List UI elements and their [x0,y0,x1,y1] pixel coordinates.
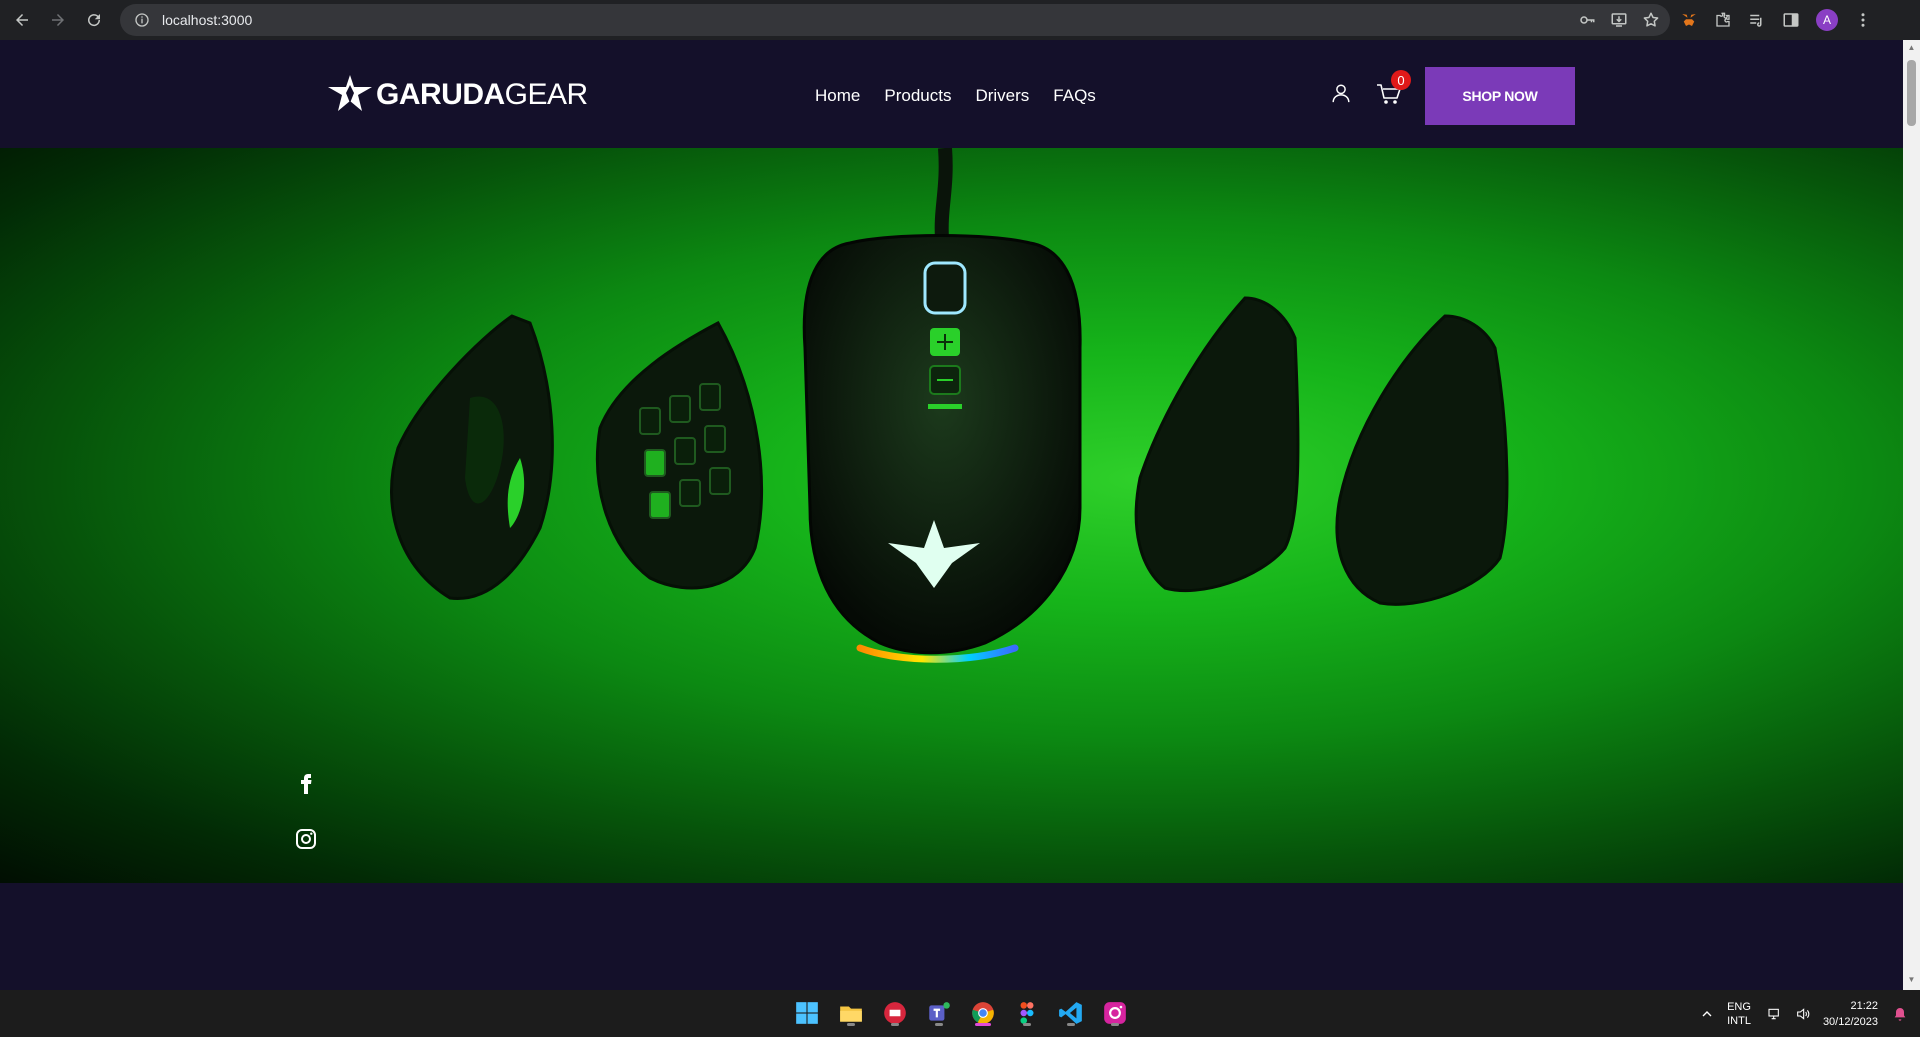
running-indicator [1111,1023,1119,1026]
site-info-icon[interactable] [134,12,150,28]
back-button[interactable] [4,2,40,38]
windows-taskbar: ENG INTL 21:22 30/12/2023 [0,990,1920,1037]
running-indicator [891,1023,899,1026]
scroll-down-arrow[interactable]: ▼ [1907,976,1916,984]
url-text: localhost:3000 [162,12,253,28]
install-app-icon[interactable] [1610,11,1628,29]
figma-button[interactable] [1012,998,1042,1028]
media-queue-icon[interactable] [1748,11,1766,29]
teams-button[interactable] [924,998,954,1028]
chrome-button[interactable] [968,998,998,1028]
site-header: GARUDAGEAR Home Products Drivers FAQs 0 … [0,40,1903,148]
extensions-puzzle-icon[interactable] [1714,11,1732,29]
running-indicator [1067,1023,1075,1026]
profile-avatar[interactable]: A [1816,9,1838,31]
active-indicator [975,1023,991,1026]
scroll-thumb[interactable] [1907,60,1916,126]
nav-home[interactable]: Home [815,86,860,106]
nav-faqs[interactable]: FAQs [1053,86,1096,106]
gaming-mouse-hero-image [390,148,1509,663]
nav-products[interactable]: Products [884,86,951,106]
chevron-up-icon[interactable] [1699,1006,1715,1022]
site-logo[interactable]: GARUDAGEAR [328,75,588,115]
language-indicator[interactable]: ENG INTL [1727,1000,1751,1028]
clock[interactable]: 21:22 30/12/2023 [1823,998,1878,1030]
shop-now-button[interactable]: SHOP NOW [1425,67,1575,125]
page-scrollbar[interactable]: ▲ ▼ [1903,40,1920,990]
metamask-fox-icon[interactable] [1680,11,1698,29]
arrow-left-icon [16,14,28,26]
running-indicator [1023,1023,1031,1026]
volume-icon[interactable] [1795,1006,1811,1022]
instagram-icon[interactable] [294,827,318,851]
side-panel-icon[interactable] [1782,11,1800,29]
extensions-area: A [1680,0,1872,40]
reload-icon [88,14,101,27]
key-icon[interactable] [1578,11,1596,29]
forward-button[interactable] [40,2,76,38]
hero-banner [0,148,1903,883]
facebook-icon[interactable] [294,770,318,794]
notification-bell-icon[interactable] [1892,1006,1908,1022]
scroll-up-arrow[interactable]: ▲ [1907,44,1916,52]
below-hero-section [0,883,1903,990]
logo-text: GARUDAGEAR [376,78,588,111]
vscode-button[interactable] [1056,998,1086,1028]
main-nav: Home Products Drivers FAQs [815,86,1096,106]
address-bar[interactable]: localhost:3000 [120,4,1670,36]
user-account-icon[interactable] [1330,82,1352,104]
system-tray: ENG INTL 21:22 30/12/2023 [1699,990,1920,1037]
windows-logo-icon [796,1002,818,1024]
app-red-button[interactable] [880,998,910,1028]
start-button[interactable] [792,998,822,1028]
nav-drivers[interactable]: Drivers [975,86,1029,106]
more-menu-icon[interactable] [1854,11,1872,29]
bookmark-star-icon[interactable] [1642,11,1660,29]
arrow-right-icon [52,14,64,26]
browser-toolbar: localhost:3000 A [0,0,1920,40]
running-indicator [935,1023,943,1026]
garuda-star-icon [328,75,372,111]
file-explorer-button[interactable] [836,998,866,1028]
cart-count-badge: 0 [1391,70,1411,90]
network-icon[interactable] [1767,1006,1783,1022]
instagram-app-button[interactable] [1100,998,1130,1028]
running-indicator [847,1023,855,1026]
reload-button[interactable] [76,2,112,38]
